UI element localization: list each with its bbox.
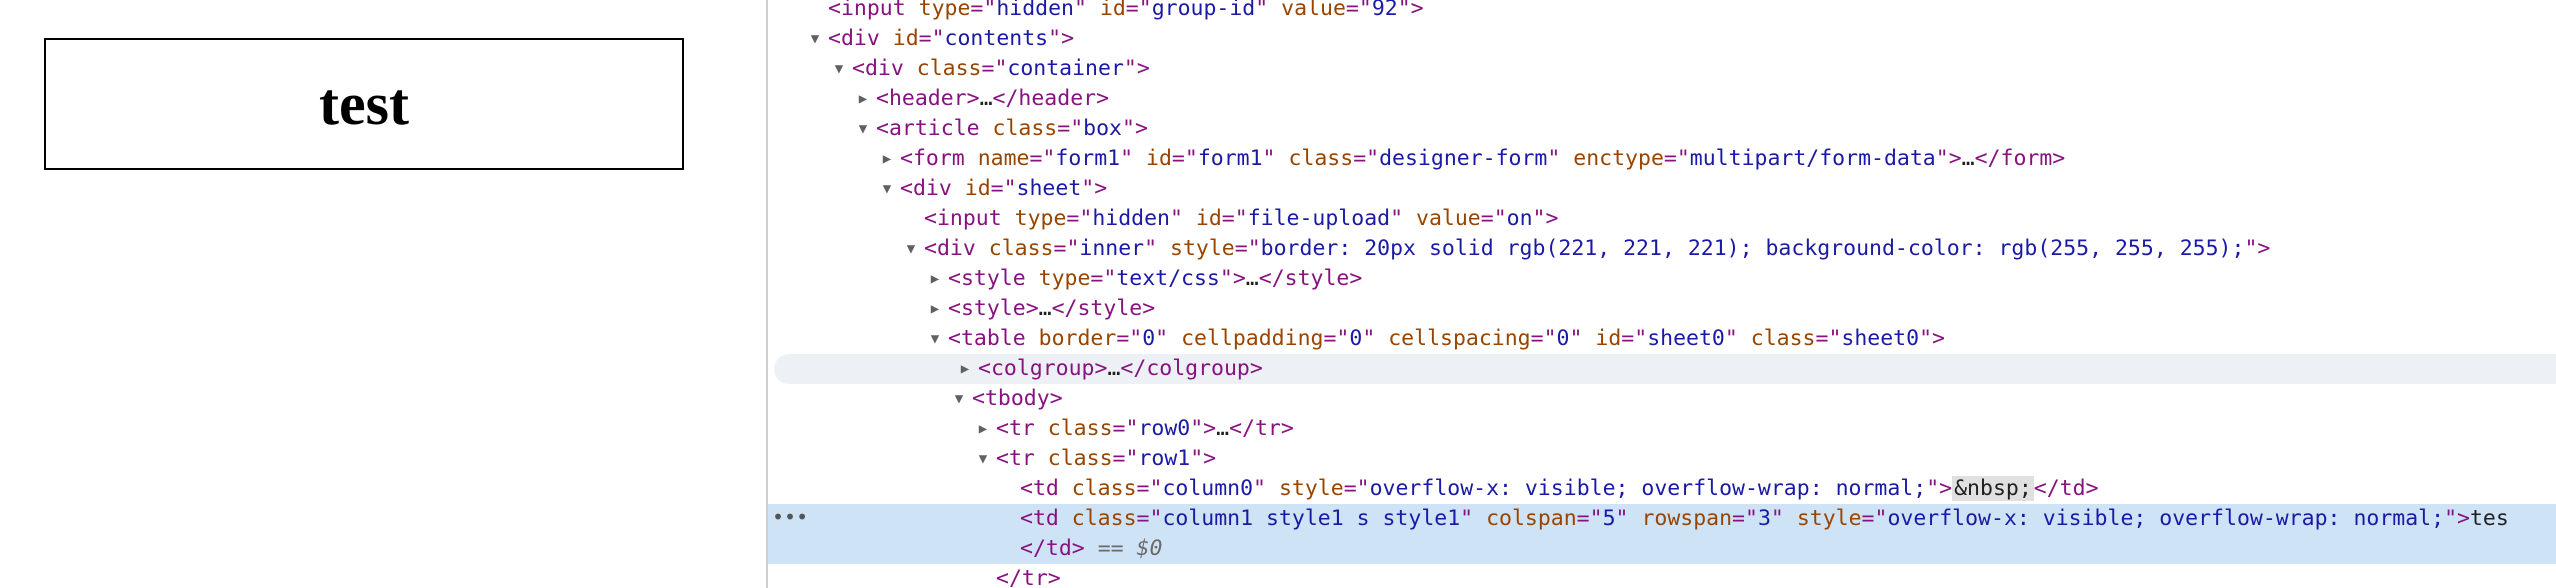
dom-node-source: <table border="0" cellpadding="0" cellsp…: [948, 326, 1945, 351]
dom-node-source: <article class="box">: [876, 116, 1148, 141]
dom-tree-node[interactable]: ▼ <div id="contents">: [768, 24, 2556, 54]
dom-node-source: <tr class="row0">…</tr>: [996, 416, 1294, 441]
dom-node-source: <tr class="row1">: [996, 446, 1217, 471]
devtools-elements-tree[interactable]: <input type="hidden" id="group-id" value…: [768, 0, 2556, 588]
dom-tree-node[interactable]: ▶ <style>…</style>: [768, 294, 2556, 324]
dom-node-source: <div id="sheet">: [900, 176, 1108, 201]
rendered-page-pane: test: [0, 0, 766, 588]
dom-node-source: <tbody>: [972, 386, 1063, 411]
dom-node-source: <header>…</header>: [876, 86, 1110, 111]
dom-tree-node[interactable]: <input type="hidden" id="group-id" value…: [768, 0, 2556, 24]
dom-node-source: <colgroup>…</colgroup>: [978, 356, 1263, 381]
dom-node-source: <div class="container">: [852, 56, 1150, 81]
dom-tree-node[interactable]: ▼ <tr class="row1">: [768, 444, 2556, 474]
dom-tree-node[interactable]: ▼ <table border="0" cellpadding="0" cells…: [768, 324, 2556, 354]
dom-tree-node[interactable]: ••• <td class="column1 style1 s style1" c…: [768, 504, 2556, 534]
more-actions-icon[interactable]: •••: [772, 504, 808, 530]
dom-tree-node[interactable]: ▶ <tr class="row0">…</tr>: [768, 414, 2556, 444]
expand-triangle-closed-icon[interactable]: ▶: [878, 144, 896, 174]
dom-node-source: <td class="column0" style="overflow-x: v…: [1020, 476, 2099, 501]
expand-triangle-open-icon[interactable]: ▼: [806, 24, 824, 54]
dom-node-source: <form name="form1" id="form1" class="des…: [900, 146, 2066, 171]
dom-tree-node[interactable]: ▼ <div class="container">: [768, 54, 2556, 84]
dom-tree-node[interactable]: ▶ <style type="text/css">…</style>: [768, 264, 2556, 294]
dom-tree-node[interactable]: ▶ <colgroup>…</colgroup>: [774, 354, 2556, 384]
expand-triangle-open-icon[interactable]: ▼: [854, 114, 872, 144]
dom-tree-node[interactable]: <td class="column0" style="overflow-x: v…: [768, 474, 2556, 504]
expand-triangle-open-icon[interactable]: ▼: [878, 174, 896, 204]
dom-node-source: <style type="text/css">…</style>: [948, 266, 1363, 291]
expand-triangle-closed-icon[interactable]: ▶: [974, 414, 992, 444]
dom-node-source: <input type="hidden" id="group-id" value…: [828, 0, 1424, 21]
expand-triangle-open-icon[interactable]: ▼: [926, 324, 944, 354]
expand-triangle-closed-icon[interactable]: ▶: [854, 84, 872, 114]
dom-node-source: <style>…</style>: [948, 296, 1156, 321]
test-cell-text: test: [319, 70, 409, 137]
dom-tree-node[interactable]: ▼ <tbody>: [768, 384, 2556, 414]
dom-tree-node[interactable]: </tr>: [768, 564, 2556, 588]
expand-triangle-open-icon[interactable]: ▼: [902, 234, 920, 264]
dom-node-source: </td> == $0: [1020, 536, 1163, 561]
dom-node-source: <div class="inner" style="border: 20px s…: [924, 236, 2271, 261]
dom-tree-node[interactable]: ▼ <div id="sheet">: [768, 174, 2556, 204]
expand-triangle-open-icon[interactable]: ▼: [950, 384, 968, 414]
dom-node-source: <div id="contents">: [828, 26, 1075, 51]
dom-tree-node[interactable]: <input type="hidden" id="file-upload" va…: [768, 204, 2556, 234]
test-cell-box[interactable]: test: [44, 38, 684, 170]
dom-tree-node[interactable]: ▼ <div class="inner" style="border: 20px …: [768, 234, 2556, 264]
expand-triangle-closed-icon[interactable]: ▶: [926, 264, 944, 294]
expand-triangle-open-icon[interactable]: ▼: [974, 444, 992, 474]
dom-tree-node[interactable]: ▶ <header>…</header>: [768, 84, 2556, 114]
expand-triangle-open-icon[interactable]: ▼: [830, 54, 848, 84]
expand-triangle-closed-icon[interactable]: ▶: [926, 294, 944, 324]
dom-node-source: </tr>: [996, 566, 1061, 588]
dom-tree-node[interactable]: ▶ <form name="form1" id="form1" class="de…: [768, 144, 2556, 174]
expand-triangle-closed-icon[interactable]: ▶: [956, 354, 974, 384]
dom-tree-node[interactable]: </td> == $0: [768, 534, 2556, 564]
dom-node-source: <input type="hidden" id="file-upload" va…: [924, 206, 1559, 231]
dom-tree-node[interactable]: ▼ <article class="box">: [768, 114, 2556, 144]
dom-node-source: <td class="column1 style1 s style1" cols…: [1020, 506, 2509, 531]
